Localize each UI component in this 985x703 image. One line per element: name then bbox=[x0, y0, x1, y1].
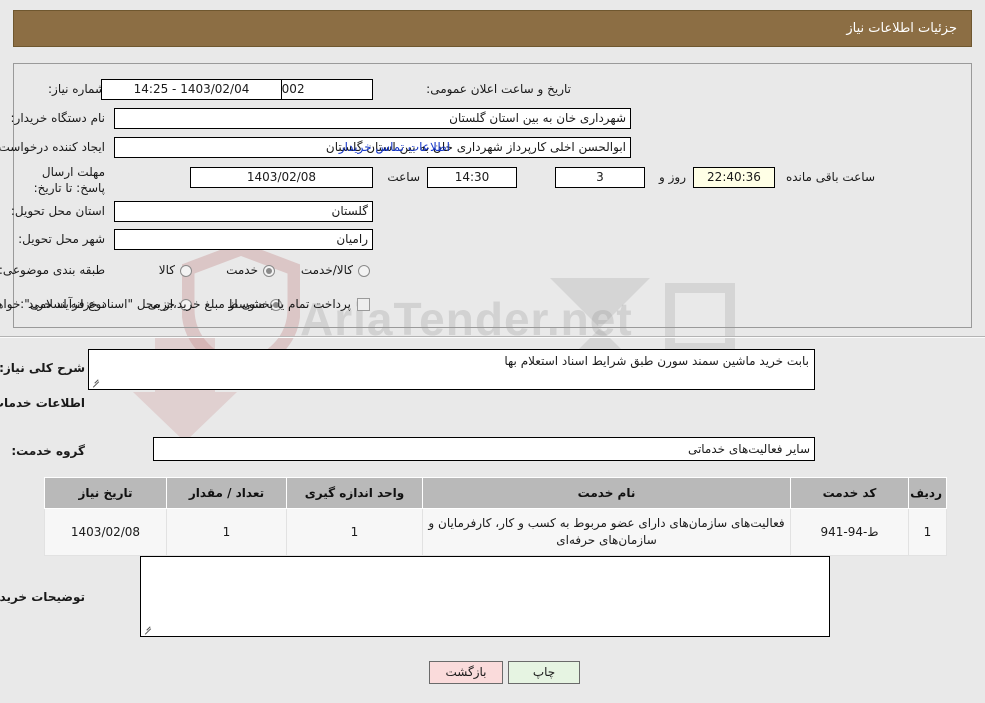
back-button[interactable]: بازگشت bbox=[429, 661, 503, 684]
remaining-hours-label: ساعت باقی مانده bbox=[785, 170, 875, 184]
buyer-org-label: نام دستگاه خریدار: bbox=[10, 111, 106, 125]
radio-category-service[interactable]: خدمت bbox=[226, 263, 275, 278]
general-description-textarea[interactable]: بابت خرید ماشین سمند سورن طبق شرایط اسنا… bbox=[88, 349, 815, 390]
column-header-code: کد خدمت bbox=[790, 477, 909, 509]
buyer-org-value: شهرداری خان به بین استان گلستان bbox=[114, 108, 631, 129]
column-header-quantity: تعداد / مقدار bbox=[166, 477, 287, 509]
countdown-timer: 22:40:36 bbox=[693, 167, 775, 188]
cell-service-code: ط-94-941 bbox=[790, 508, 909, 556]
page-title: جزئیات اطلاعات نیاز bbox=[846, 21, 957, 36]
column-header-unit: واحد اندازه گیری bbox=[286, 477, 423, 509]
delivery-city-value: رامیان bbox=[114, 229, 373, 250]
services-table: ردیف کد خدمت نام خدمت واحد اندازه گیری ت… bbox=[44, 477, 947, 556]
category-label: طبقه بندی موضوعی: bbox=[0, 263, 105, 277]
buyer-notes-label: توضیحات خریدار: bbox=[0, 590, 85, 604]
delivery-city-label: شهر محل تحویل: bbox=[18, 232, 105, 246]
resize-grip-icon[interactable] bbox=[91, 378, 101, 388]
radio-label: خدمت bbox=[226, 263, 258, 277]
announce-datetime-value: 1403/02/04 - 14:25 bbox=[101, 79, 282, 100]
days-label: روز و bbox=[659, 170, 686, 184]
cell-row-number: 1 bbox=[908, 508, 947, 556]
treasury-bond-checkbox[interactable] bbox=[357, 297, 370, 311]
page-header: جزئیات اطلاعات نیاز bbox=[13, 10, 972, 47]
creator-label: ایجاد کننده درخواست: bbox=[0, 140, 105, 154]
service-group-label: گروه خدمت: bbox=[11, 444, 85, 458]
delivery-province-label: استان محل تحویل: bbox=[10, 204, 105, 218]
deadline-label: مهلت ارسال پاسخ: تا تاریخ: bbox=[33, 165, 105, 195]
table-header-row: ردیف کد خدمت نام خدمت واحد اندازه گیری ت… bbox=[44, 477, 947, 509]
radio-label: کالا/خدمت bbox=[300, 263, 353, 277]
treasury-bond-checkbox-group[interactable]: پرداخت تمام یا بخشی از مبلغ خرید،از محل … bbox=[0, 296, 370, 312]
need-info-panel bbox=[13, 63, 972, 328]
watermark-arrow-icon bbox=[125, 330, 245, 450]
deadline-date-value: 1403/02/08 bbox=[190, 167, 373, 188]
need-number-label: شماره نیاز: bbox=[48, 82, 105, 96]
column-header-row: ردیف bbox=[908, 477, 947, 509]
hour-label: ساعت bbox=[387, 170, 420, 184]
general-description-value: بابت خرید ماشین سمند سورن طبق شرایط اسنا… bbox=[504, 354, 809, 368]
section-divider bbox=[0, 336, 985, 338]
remaining-days-value: 3 bbox=[555, 167, 645, 188]
radio-category-goods[interactable]: کالا bbox=[159, 263, 192, 278]
treasury-bond-label: پرداخت تمام یا بخشی از مبلغ خرید،از محل … bbox=[0, 297, 351, 311]
cell-quantity: 1 bbox=[166, 508, 287, 556]
radio-indicator[interactable] bbox=[180, 264, 192, 277]
radio-indicator[interactable] bbox=[263, 264, 275, 277]
table-row: 1 ط-94-941 فعالیت‌های سازمان‌های دارای ع… bbox=[44, 508, 947, 556]
announce-datetime-label: تاریخ و ساعت اعلان عمومی: bbox=[426, 82, 571, 96]
general-description-label: شرح کلی نیاز: bbox=[0, 361, 85, 375]
buyer-contact-link[interactable]: اطلاعات تماس خریدار bbox=[339, 140, 450, 155]
radio-category-goods-service[interactable]: کالا/خدمت bbox=[301, 263, 370, 278]
service-group-value: سایر فعالیت‌های خدماتی bbox=[153, 437, 815, 461]
services-section-heading: اطلاعات خدمات مورد نیاز bbox=[0, 396, 85, 410]
services-table-wrapper: ردیف کد خدمت نام خدمت واحد اندازه گیری ت… bbox=[44, 477, 947, 556]
print-button[interactable]: چاپ bbox=[508, 661, 580, 684]
cell-measure-unit: 1 bbox=[286, 508, 423, 556]
resize-grip-icon[interactable] bbox=[143, 625, 153, 635]
cell-need-date: 1403/02/08 bbox=[44, 508, 167, 556]
column-header-name: نام خدمت bbox=[422, 477, 791, 509]
radio-indicator[interactable] bbox=[358, 264, 370, 277]
radio-label: کالا bbox=[158, 263, 175, 277]
deadline-time-value: 14:30 bbox=[427, 167, 517, 188]
buyer-notes-textarea[interactable] bbox=[140, 556, 830, 637]
cell-service-name: فعالیت‌های سازمان‌های دارای عضو مربوط به… bbox=[422, 508, 791, 556]
delivery-province-value: گلستان bbox=[114, 201, 373, 222]
column-header-date: تاریخ نیاز bbox=[44, 477, 167, 509]
